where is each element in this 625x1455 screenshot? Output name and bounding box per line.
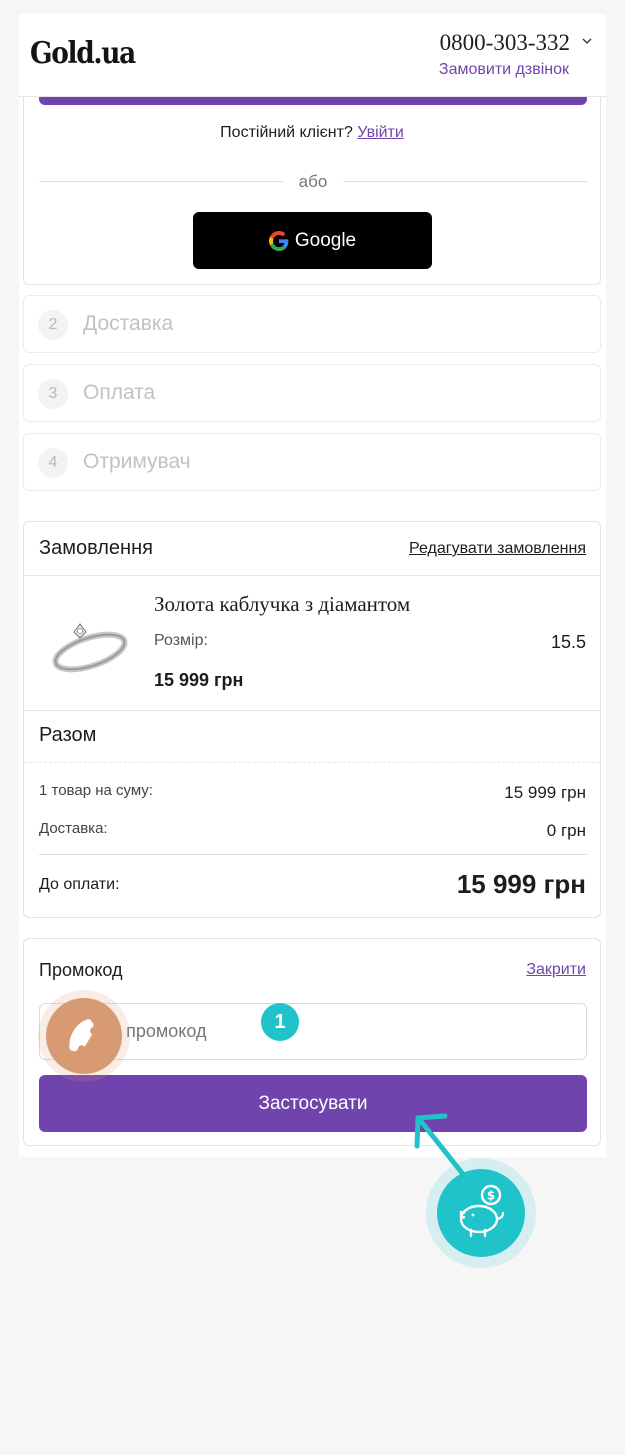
step-number: 3 (38, 379, 68, 409)
product-name[interactable]: Золота каблучка з діамантом (154, 592, 410, 617)
product-price: 15 999 грн (154, 670, 244, 690)
step-delivery[interactable]: 2 Доставка (23, 295, 601, 353)
checkout-page: Gold.ua 0800-303-332 Замовити дзвінок По… (19, 14, 606, 1157)
delivery-value: 0 грн (546, 821, 586, 840)
amount-due-label: До оплати: (39, 876, 120, 893)
divider (24, 575, 600, 576)
google-login-button[interactable]: Google (193, 212, 432, 269)
promo-close-link[interactable]: Закрити (526, 961, 586, 979)
divider (24, 710, 600, 711)
phone-icon (69, 1019, 94, 1052)
dashed-divider (24, 762, 600, 763)
totals-title: Разом (39, 724, 97, 746)
step-number: 2 (38, 310, 68, 340)
step-label: Доставка (83, 312, 174, 335)
site-header: Gold.ua 0800-303-332 Замовити дзвінок (19, 14, 606, 97)
order-summary: Замовлення Редагувати замовлення Золота … (23, 521, 601, 918)
delivery-label: Доставка: (39, 820, 108, 837)
ring-product-image[interactable] (46, 604, 132, 678)
google-icon (268, 230, 289, 251)
piggy-bank-icon: $ (459, 1184, 505, 1238)
svg-text:$: $ (487, 1189, 495, 1203)
order-title: Замовлення (39, 537, 153, 559)
returning-client-prompt: Постійний клієнт? (220, 124, 353, 141)
continue-button[interactable] (39, 96, 587, 105)
google-label: Google (294, 229, 357, 251)
or-divider: або (39, 172, 587, 192)
piggy-bank-fab-circle: $ (437, 1169, 525, 1257)
divider (39, 854, 587, 855)
step-number: 4 (38, 448, 68, 478)
apply-promo-button[interactable]: Застосувати (39, 1075, 587, 1132)
returning-client-line: Постійний клієнт? Увійти (24, 124, 600, 142)
step-label: Оплата (83, 381, 156, 404)
step-payment[interactable]: 3 Оплата (23, 364, 601, 422)
login-section: Постійний клієнт? Увійти або Google (23, 74, 601, 285)
notification-badge: 1 (261, 1003, 299, 1041)
items-total-label: 1 товар на суму: (39, 782, 153, 799)
promo-title: Промокод (39, 960, 123, 980)
edit-order-link[interactable]: Редагувати замовлення (409, 540, 586, 558)
step-recipient[interactable]: 4 Отримувач (23, 433, 601, 491)
items-total-value: 15 999 грн (504, 783, 586, 802)
site-logo[interactable]: Gold.ua (30, 36, 136, 72)
callback-fab[interactable] (38, 990, 130, 1082)
or-label: або (298, 172, 328, 191)
step-label: Отримувач (83, 450, 191, 473)
chevron-down-icon[interactable] (582, 36, 592, 46)
callback-link[interactable]: Замовити дзвінок (439, 61, 569, 79)
size-value: 15.5 (550, 632, 586, 652)
phone-number[interactable]: 0800-303-332 (440, 30, 570, 56)
callback-fab-circle (46, 998, 122, 1074)
login-link[interactable]: Увійти (357, 124, 404, 141)
amount-due-value: 15 999 грн (456, 869, 586, 899)
piggy-bank-fab[interactable]: $ (426, 1158, 536, 1268)
size-label: Розмір: (154, 632, 208, 649)
